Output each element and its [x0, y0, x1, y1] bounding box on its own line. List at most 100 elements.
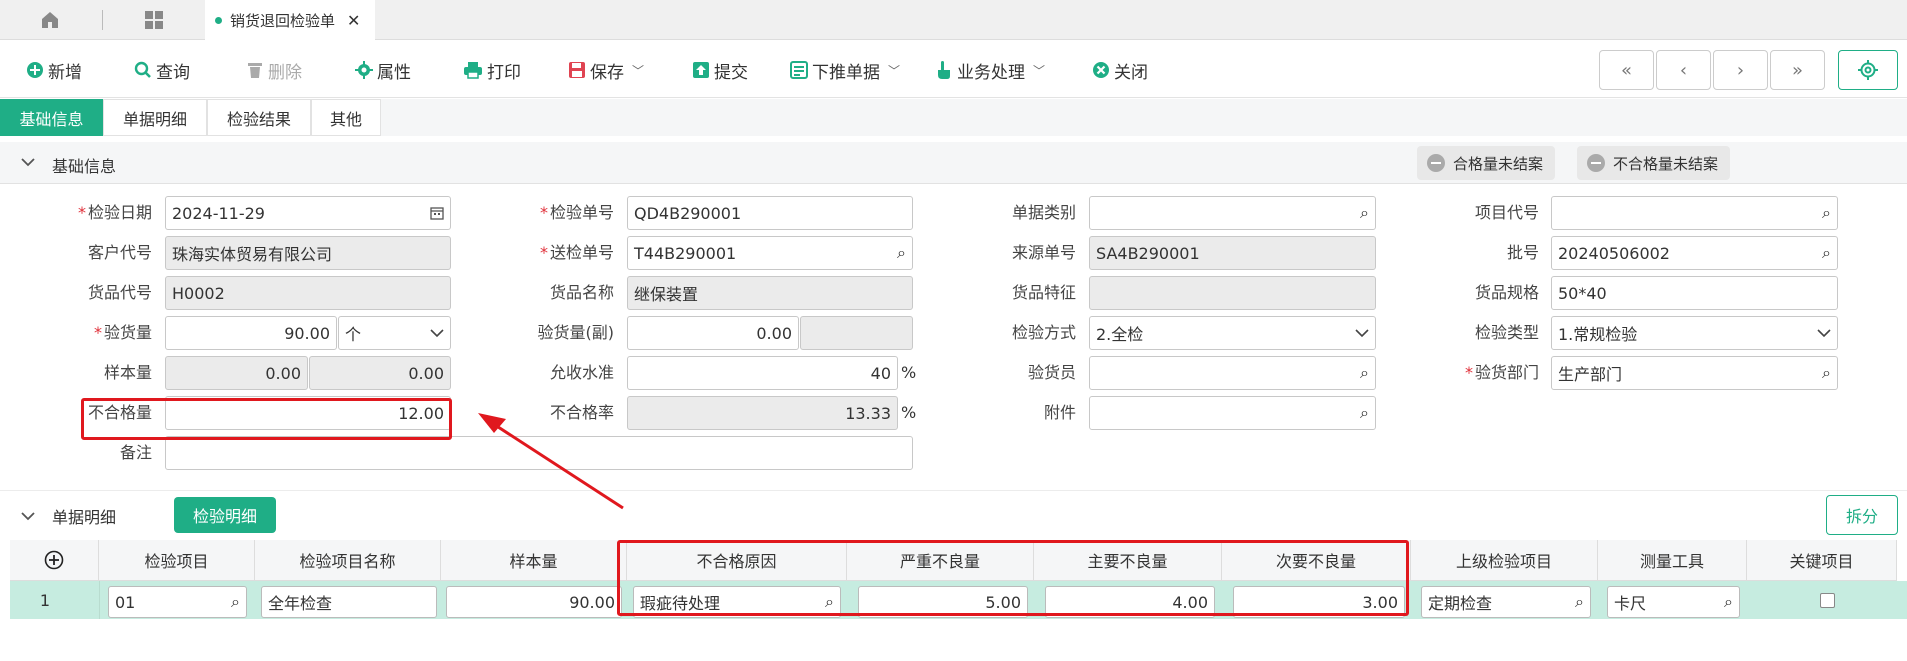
dept-field[interactable]: 生产部门 ⌕ [1551, 356, 1838, 390]
attach-field[interactable]: ⌕ [1089, 396, 1376, 430]
doc-type-field[interactable]: ⌕ [1089, 196, 1376, 230]
basic-info-form: * 检验日期 2024-11-29 * 检验单号 QD4B290001 单据类别 ⌕… [0, 184, 1907, 476]
goods-code-field: H0002 [165, 276, 451, 310]
col-key-item[interactable]: 关键项目 [1747, 540, 1897, 581]
tab-sales-return-inspection[interactable]: 销货退回检验单 ✕ [205, 0, 375, 40]
cell-tool[interactable]: 卡尺 ⌕ [1607, 586, 1740, 618]
col-sample[interactable]: 样本量 [441, 540, 627, 581]
new-button[interactable]: 新增 [26, 57, 82, 83]
detail-section-header: 单据明细 检验明细 拆分 [0, 490, 1907, 538]
cell-parent-item[interactable]: 定期检查 ⌕ [1421, 586, 1591, 618]
search-icon[interactable]: ⌕ [1575, 592, 1584, 612]
cell-inspect-item[interactable]: 01 ⌕ [108, 586, 247, 618]
cell-reason[interactable]: 瑕疵待处理 ⌕ [633, 586, 841, 618]
col-inspect-item-name[interactable]: 检验项目名称 [255, 540, 441, 581]
search-icon[interactable]: ⌕ [1822, 363, 1831, 383]
split-button[interactable]: 拆分 [1826, 495, 1898, 535]
properties-button[interactable]: 属性 [355, 57, 411, 83]
rate-field: 13.33 [627, 396, 898, 430]
business-button[interactable]: 业务处理 ﹀ [935, 57, 1045, 83]
qty-sub-field[interactable]: 0.00 [627, 316, 799, 350]
plus-circle-icon[interactable] [44, 550, 64, 570]
prev-record-button[interactable]: ‹ [1656, 50, 1711, 90]
tab-doc-detail[interactable]: 单据明细 [103, 99, 207, 136]
tab-basic-info[interactable]: 基础信息 [0, 99, 103, 136]
goods-feature-field [1089, 276, 1376, 310]
search-icon[interactable]: ⌕ [897, 243, 906, 263]
save-icon [568, 61, 586, 79]
chevron-left-icon: ‹ [1679, 59, 1688, 81]
type-select[interactable]: 1.常规检验 [1551, 316, 1838, 350]
unqualified-field[interactable]: 12.00 [165, 396, 451, 430]
close-tab-icon[interactable]: ✕ [347, 11, 360, 30]
cell-inspect-item-name[interactable]: 全年检查 [261, 586, 437, 618]
remark-field[interactable] [165, 436, 913, 470]
batch-field[interactable]: 20240506002 ⌕ [1551, 236, 1838, 270]
col-inspect-item[interactable]: 检验项目 [99, 540, 255, 581]
cell-major[interactable]: 4.00 [1045, 586, 1215, 618]
search-icon[interactable]: ⌕ [1360, 363, 1369, 383]
attach-label: 附件 [1043, 403, 1076, 422]
qualified-not-closed-button[interactable]: 合格量未结案 [1417, 146, 1556, 180]
col-major[interactable]: 主要不良量 [1034, 540, 1222, 581]
query-button[interactable]: 查询 [134, 57, 190, 83]
cell-minor[interactable]: 3.00 [1233, 586, 1405, 618]
type-label: 检验类型 [1474, 323, 1539, 342]
goods-feature-label: 货品特征 [1011, 283, 1076, 302]
key-item-checkbox[interactable] [1820, 593, 1835, 608]
save-button[interactable]: 保存 ﹀ [568, 57, 644, 83]
inspect-date-field[interactable]: 2024-11-29 [165, 196, 451, 230]
tab-other[interactable]: 其他 [311, 99, 381, 136]
col-critical[interactable]: 严重不良量 [847, 540, 1034, 581]
calendar-icon[interactable] [430, 206, 444, 220]
delete-button[interactable]: 删除 [246, 57, 302, 83]
detail-section-title: 单据明细 [52, 508, 117, 527]
col-parent-item[interactable]: 上级检验项目 [1411, 540, 1598, 581]
chevron-down-icon[interactable] [20, 508, 36, 524]
tab-inspection-result[interactable]: 检验结果 [207, 99, 311, 136]
close-circle-icon [1092, 61, 1110, 79]
cell-critical[interactable]: 5.00 [858, 586, 1028, 618]
search-icon[interactable]: ⌕ [1360, 203, 1369, 223]
submit-button[interactable]: 提交 [692, 57, 748, 83]
first-record-button[interactable]: « [1599, 50, 1654, 90]
goods-spec-field[interactable]: 50*40 [1551, 276, 1838, 310]
new-label: 新增 [48, 62, 82, 83]
col-tool[interactable]: 测量工具 [1598, 540, 1747, 581]
settings-button[interactable] [1838, 50, 1898, 90]
last-record-button[interactable]: » [1770, 50, 1825, 90]
home-tab[interactable] [0, 0, 100, 40]
chevron-down-icon[interactable] [20, 154, 36, 170]
push-down-button[interactable]: 下推单据 ﹀ [790, 57, 900, 83]
search-icon[interactable]: ⌕ [1724, 592, 1733, 612]
doc-type-label: 单据类别 [1011, 203, 1076, 222]
unit-select[interactable]: 个 [338, 316, 451, 350]
search-icon[interactable]: ⌕ [1822, 243, 1831, 263]
search-icon[interactable]: ⌕ [825, 592, 834, 612]
cell-divider [99, 581, 100, 619]
col-minor[interactable]: 次要不良量 [1222, 540, 1411, 581]
project-code-field[interactable]: ⌕ [1551, 196, 1838, 230]
qty-sub-label: 验货量(副) [537, 323, 615, 342]
search-icon[interactable]: ⌕ [231, 592, 240, 612]
close-button[interactable]: 关闭 [1092, 57, 1148, 83]
chevron-down-icon: ﹀ [1033, 63, 1046, 78]
push-down-label: 下推单据 [812, 62, 880, 83]
send-no-field[interactable]: T44B290001 ⌕ [627, 236, 913, 270]
inspection-detail-tab[interactable]: 检验明细 [174, 497, 276, 533]
unqualified-not-closed-button[interactable]: 不合格量未结案 [1577, 146, 1731, 180]
accept-field[interactable]: 40 [627, 356, 898, 390]
print-button[interactable]: 打印 [463, 57, 521, 83]
search-icon[interactable]: ⌕ [1822, 203, 1831, 223]
inspect-no-field[interactable]: QD4B290001 [627, 196, 913, 230]
inspector-field[interactable]: ⌕ [1089, 356, 1376, 390]
chevron-right-icon: › [1736, 59, 1745, 81]
add-row-header[interactable] [10, 540, 99, 581]
apps-tab[interactable] [104, 0, 204, 40]
search-icon[interactable]: ⌕ [1360, 403, 1369, 423]
col-reason[interactable]: 不合格原因 [627, 540, 847, 581]
cell-sample[interactable]: 90.00 [446, 586, 622, 618]
qty-field[interactable]: 90.00 [165, 316, 337, 350]
next-record-button[interactable]: › [1713, 50, 1768, 90]
method-select[interactable]: 2.全检 [1089, 316, 1376, 350]
